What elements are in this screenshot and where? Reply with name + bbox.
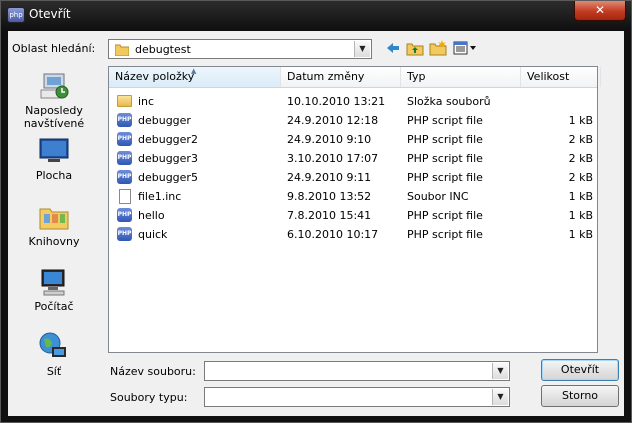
lookin-value: debugtest bbox=[135, 43, 191, 56]
file-type: PHP script file bbox=[407, 209, 483, 222]
file-size: 1 kB bbox=[568, 190, 593, 203]
file-size: 2 kB bbox=[568, 152, 593, 165]
file-type: PHP script file bbox=[407, 152, 483, 165]
php-file-icon: PHP bbox=[117, 132, 132, 146]
app-icon: php bbox=[7, 7, 25, 23]
file-name: file1.inc bbox=[138, 190, 182, 203]
dialog-body: Oblast hledání: debugtest ▼ Naposledy na… bbox=[8, 31, 624, 416]
file-name: quick bbox=[138, 228, 168, 241]
new-folder-icon[interactable] bbox=[429, 39, 447, 57]
file-name: debugger2 bbox=[138, 133, 198, 146]
lookin-combobox[interactable]: debugtest ▼ bbox=[108, 39, 372, 59]
column-size-label: Velikost bbox=[527, 70, 570, 83]
file-date: 24.9.2010 9:10 bbox=[287, 133, 372, 146]
file-row[interactable]: PHP debugger3 3.10.2010 17:07 PHP script… bbox=[109, 149, 597, 168]
places-bar: Naposledy navštívené Plocha Knihovny Poč… bbox=[8, 63, 100, 383]
place-recent[interactable]: Naposledy navštívené bbox=[8, 70, 100, 130]
file-date: 24.9.2010 12:18 bbox=[287, 114, 379, 127]
php-file-icon: PHP bbox=[117, 170, 132, 184]
column-header: Název položky ▲ Datum změny Typ Velikost bbox=[109, 67, 601, 88]
file-type: PHP script file bbox=[407, 133, 483, 146]
file-name: debugger bbox=[138, 114, 191, 127]
php-file-icon: PHP bbox=[117, 227, 132, 241]
place-label: Síť bbox=[46, 365, 62, 378]
php-file-icon: PHP bbox=[117, 113, 132, 127]
file-date: 24.9.2010 9:11 bbox=[287, 171, 372, 184]
place-network[interactable]: Síť bbox=[8, 331, 100, 378]
filetype-label: Soubory typu: bbox=[110, 391, 188, 404]
file-type: PHP script file bbox=[407, 171, 483, 184]
place-label: Naposledy navštívené bbox=[23, 104, 85, 130]
file-name: debugger3 bbox=[138, 152, 198, 165]
file-type: PHP script file bbox=[407, 114, 483, 127]
column-date-label: Datum změny bbox=[287, 70, 365, 83]
folder-icon bbox=[117, 95, 132, 107]
file-date: 9.8.2010 13:52 bbox=[287, 190, 372, 203]
file-size: 2 kB bbox=[568, 171, 593, 184]
up-folder-icon[interactable] bbox=[406, 39, 424, 57]
cancel-button[interactable]: Storno bbox=[541, 385, 619, 407]
file-row[interactable]: file1.inc 9.8.2010 13:52 Soubor INC 1 kB bbox=[109, 187, 597, 206]
file-row[interactable]: PHP quick 6.10.2010 10:17 PHP script fil… bbox=[109, 225, 597, 244]
sort-ascending-icon: ▲ bbox=[191, 67, 197, 75]
place-libraries[interactable]: Knihovny bbox=[8, 201, 100, 248]
file-size: 1 kB bbox=[568, 114, 593, 127]
recent-places-icon bbox=[40, 73, 69, 99]
file-date: 7.8.2010 15:41 bbox=[287, 209, 372, 222]
file-date: 6.10.2010 10:17 bbox=[287, 228, 379, 241]
column-name[interactable]: Název položky ▲ bbox=[109, 67, 281, 87]
title-bar[interactable]: php Otevřít ✕ bbox=[1, 1, 631, 29]
file-size: 1 kB bbox=[568, 228, 593, 241]
network-icon bbox=[39, 332, 66, 357]
php-file-icon: PHP bbox=[117, 151, 132, 165]
file-row[interactable]: PHP debugger 24.9.2010 12:18 PHP script … bbox=[109, 111, 597, 130]
file-row[interactable]: PHP debugger2 24.9.2010 9:10 PHP script … bbox=[109, 130, 597, 149]
back-arrow-icon[interactable] bbox=[385, 39, 401, 57]
file-row[interactable]: PHP hello 7.8.2010 15:41 PHP script file… bbox=[109, 206, 597, 225]
chevron-down-icon[interactable]: ▼ bbox=[492, 389, 508, 405]
place-label: Plocha bbox=[35, 169, 73, 182]
view-menu-icon[interactable] bbox=[453, 39, 477, 57]
file-name: debugger5 bbox=[138, 171, 198, 184]
place-computer[interactable]: Počítač bbox=[8, 266, 100, 313]
chevron-down-icon[interactable]: ▼ bbox=[354, 41, 370, 57]
document-icon bbox=[119, 189, 131, 204]
file-list[interactable]: Název položky ▲ Datum změny Typ Velikost… bbox=[108, 66, 601, 353]
column-size[interactable]: Velikost bbox=[521, 67, 601, 87]
desktop-icon bbox=[39, 138, 69, 162]
open-dialog: php Otevřít ✕ Oblast hledání: debugtest … bbox=[0, 0, 632, 423]
filename-combobox[interactable]: ▼ bbox=[204, 361, 510, 381]
window-title: Otevřít bbox=[29, 7, 71, 21]
close-button[interactable]: ✕ bbox=[574, 1, 626, 21]
chevron-down-icon[interactable]: ▼ bbox=[492, 363, 508, 379]
computer-icon bbox=[41, 269, 65, 296]
file-size: 1 kB bbox=[568, 209, 593, 222]
file-type: PHP script file bbox=[407, 228, 483, 241]
column-type-label: Typ bbox=[407, 70, 426, 83]
file-name: inc bbox=[138, 95, 155, 108]
filetype-combobox[interactable]: ▼ bbox=[204, 387, 510, 407]
column-name-label: Název položky bbox=[115, 70, 195, 83]
place-label: Počítač bbox=[34, 300, 74, 313]
file-type: Složka souborů bbox=[407, 95, 491, 108]
lookin-label: Oblast hledání: bbox=[12, 42, 96, 55]
open-button[interactable]: Otevřít bbox=[541, 359, 619, 381]
php-file-icon: PHP bbox=[117, 208, 132, 222]
file-type: Soubor INC bbox=[407, 190, 469, 203]
file-row[interactable]: inc 10.10.2010 13:21 Složka souborů bbox=[109, 92, 597, 111]
filename-label: Název souboru: bbox=[110, 365, 196, 378]
place-label: Knihovny bbox=[28, 235, 80, 248]
file-name: hello bbox=[138, 209, 165, 222]
file-date: 3.10.2010 17:07 bbox=[287, 152, 379, 165]
column-type[interactable]: Typ bbox=[401, 67, 521, 87]
file-date: 10.10.2010 13:21 bbox=[287, 95, 386, 108]
folder-icon bbox=[115, 44, 129, 56]
place-desktop[interactable]: Plocha bbox=[8, 135, 100, 182]
file-row[interactable]: PHP debugger5 24.9.2010 9:11 PHP script … bbox=[109, 168, 597, 187]
column-date[interactable]: Datum změny bbox=[281, 67, 401, 87]
libraries-icon bbox=[39, 208, 69, 230]
file-size: 2 kB bbox=[568, 133, 593, 146]
